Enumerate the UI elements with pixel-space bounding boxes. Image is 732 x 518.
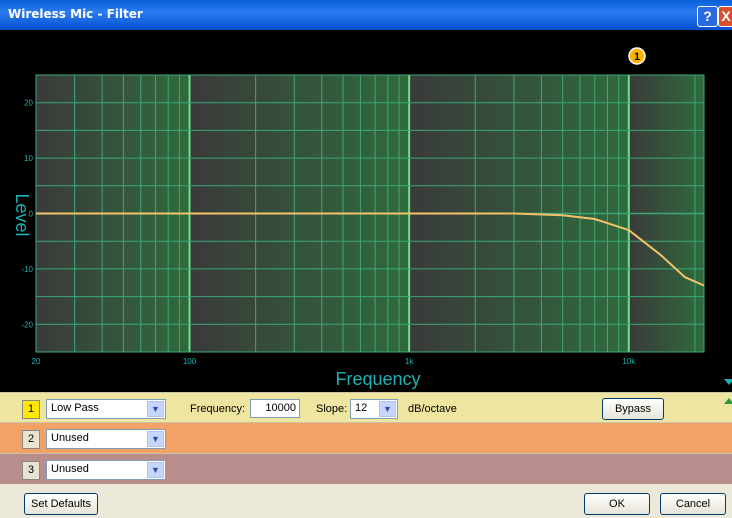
filter-3-type-value: Unused — [51, 463, 89, 475]
dialog-footer: Set Defaults OK Cancel — [0, 484, 732, 518]
y-tick-label: -10 — [21, 265, 33, 274]
chevron-down-icon: ▼ — [147, 462, 164, 478]
filter-row-1: 1 Low Pass ▼ Frequency: 10000 Slope: 12 … — [0, 392, 732, 423]
window-title: Wireless Mic - Filter — [8, 7, 143, 21]
filter-row-3: 3 Unused ▼ — [0, 453, 732, 484]
x-axis-label: Frequency — [335, 369, 420, 389]
y-axis-label: Level — [12, 193, 32, 236]
scroll-up-icon[interactable] — [724, 398, 732, 404]
filter-1-type-value: Low Pass — [51, 402, 99, 414]
title-bar: Wireless Mic - Filter ? X — [0, 0, 732, 30]
filter-1-marker[interactable]: 1 — [628, 47, 646, 65]
slope-select[interactable]: 12 ▼ — [350, 399, 398, 419]
slope-label: Slope: — [316, 403, 348, 415]
filter-1-type-select[interactable]: Low Pass ▼ — [46, 399, 166, 419]
x-tick-label: 100 — [183, 357, 197, 366]
ok-button[interactable]: OK — [584, 493, 650, 515]
marker-label: 1 — [634, 51, 640, 63]
y-tick-label: -20 — [21, 320, 33, 329]
slope-unit-label: dB/octave — [408, 403, 457, 415]
scroll-down-icon[interactable] — [724, 379, 732, 385]
bypass-button[interactable]: Bypass — [602, 398, 664, 420]
frequency-input[interactable]: 10000 — [250, 399, 300, 418]
slope-value: 12 — [355, 402, 368, 414]
filter-2-index[interactable]: 2 — [22, 430, 40, 449]
x-tick-label: 20 — [32, 357, 41, 366]
filter-1-index[interactable]: 1 — [22, 400, 40, 419]
filter-row-2: 2 Unused ▼ — [0, 422, 732, 453]
chevron-down-icon: ▼ — [147, 401, 164, 417]
y-tick-label: 20 — [24, 99, 33, 108]
help-button[interactable]: ? — [697, 6, 718, 27]
filter-response-graph[interactable]: 20 10 0 -10 -20 20 100 1k 10k Level Frequency 1 — [0, 30, 732, 392]
graph-canvas: 20100-10-2020 100 1k 10k Level Frequency 1 — [12, 47, 705, 389]
filter-3-type-select[interactable]: Unused ▼ — [46, 460, 166, 480]
set-defaults-button[interactable]: Set Defaults — [24, 493, 98, 515]
chevron-down-icon: ▼ — [147, 431, 164, 447]
close-button[interactable]: X — [718, 6, 732, 27]
x-tick-label: 10k — [622, 357, 636, 366]
filter-2-type-select[interactable]: Unused ▼ — [46, 429, 166, 449]
cancel-button[interactable]: Cancel — [660, 493, 726, 515]
frequency-label: Frequency: — [190, 403, 246, 415]
chevron-down-icon: ▼ — [379, 401, 396, 417]
filter-2-type-value: Unused — [51, 432, 89, 444]
x-tick-label: 1k — [405, 357, 414, 366]
filter-3-index[interactable]: 3 — [22, 461, 40, 480]
y-tick-label: 10 — [24, 154, 33, 163]
